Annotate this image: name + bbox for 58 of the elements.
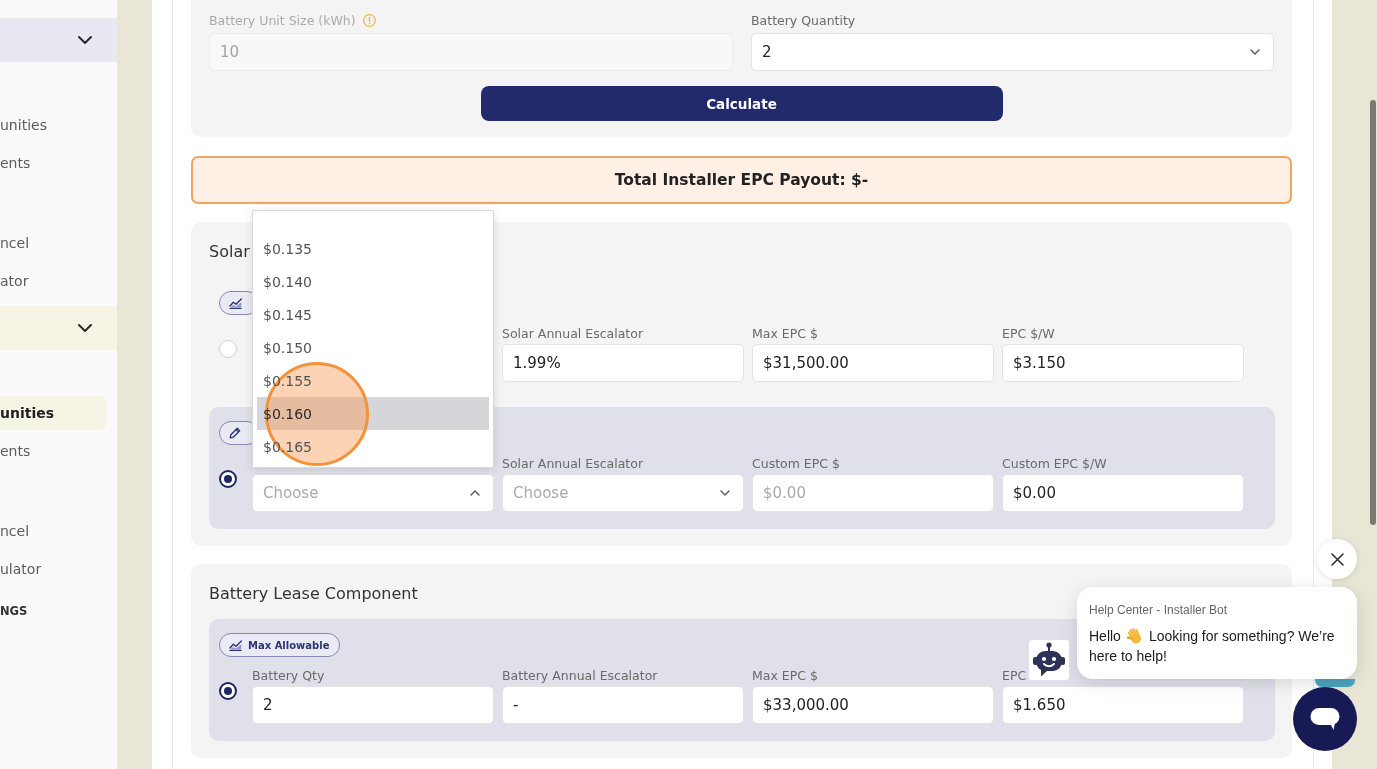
- input-field[interactable]: $1.650: [1002, 686, 1244, 724]
- input-field[interactable]: $0.00: [1002, 474, 1244, 512]
- field-label: Solar Annual Escalator: [502, 325, 643, 341]
- radio-button[interactable]: [219, 470, 237, 488]
- input-field[interactable]: -: [502, 686, 744, 724]
- field-label: Battery Quantity: [751, 12, 856, 28]
- calculate-button[interactable]: Calculate: [480, 86, 1003, 121]
- close-icon: [1330, 552, 1344, 566]
- side-tab[interactable]: [1315, 679, 1355, 687]
- scrollbar-thumb[interactable]: [1370, 100, 1376, 525]
- dropdown-option[interactable]: $0.160: [257, 397, 489, 430]
- sidebar-item[interactable]: ncel: [0, 226, 106, 260]
- chart-icon: [229, 639, 242, 651]
- sidebar-item[interactable]: ncel: [0, 514, 106, 548]
- input-field[interactable]: $3.150: [1002, 344, 1244, 382]
- dropdown-option[interactable]: $0.145: [257, 298, 489, 331]
- chat-greeting: Hello: [1089, 627, 1121, 646]
- field-label: Custom EPC $/W: [1002, 455, 1107, 471]
- field-label: Solar Annual Escalator: [502, 455, 643, 471]
- sidebar-item[interactable]: ents: [0, 146, 106, 180]
- dropdown-option[interactable]: $0.135: [257, 232, 489, 265]
- close-button[interactable]: [1317, 539, 1357, 579]
- section-title: Battery Lease Component: [209, 584, 418, 604]
- waving-hand-icon: [1125, 627, 1144, 645]
- field-label: Battery Qty: [252, 667, 325, 683]
- input-field[interactable]: $0.00: [752, 474, 994, 512]
- field-label: Max EPC $: [752, 667, 818, 683]
- input-field[interactable]: $33,000.00: [752, 686, 994, 724]
- radio-button[interactable]: [219, 682, 237, 700]
- sidebar-item[interactable]: ents: [0, 434, 106, 468]
- sidebar-item[interactable]: unities: [0, 396, 106, 430]
- chat-launcher-button[interactable]: [1293, 687, 1357, 751]
- select-field[interactable]: 2: [751, 33, 1274, 71]
- input-field[interactable]: 2: [252, 686, 494, 724]
- chat-message: Looking for something? We’re: [1148, 627, 1335, 646]
- section-title: Solar: [209, 242, 250, 262]
- field-label: Custom EPC $: [752, 455, 840, 471]
- sidebar-item[interactable]: ulator: [0, 552, 106, 586]
- chart-icon: [229, 297, 242, 309]
- payout-banner: Total Installer EPC Payout: $-: [191, 156, 1292, 204]
- robot-icon: [1029, 640, 1069, 680]
- sidebar-item[interactable]: unities: [0, 108, 106, 142]
- field-label: EPC $/W: [1002, 325, 1055, 341]
- pencil-icon: [229, 427, 241, 439]
- chat-message: here to help!: [1089, 648, 1167, 664]
- dropdown-option[interactable]: $0.150: [257, 331, 489, 364]
- chat-sender: Help Center - Installer Bot: [1089, 602, 1228, 618]
- sidebar-section-label: NGS: [0, 604, 28, 618]
- dropdown-option[interactable]: $0.140: [257, 265, 489, 298]
- field-label: EPC: [1002, 667, 1027, 683]
- sidebar-item[interactable]: ator: [0, 264, 106, 298]
- chat-bubble-icon: [1310, 707, 1340, 731]
- input-field[interactable]: $31,500.00: [752, 344, 994, 382]
- tag-label: Max Allowable: [248, 639, 330, 651]
- field-label: Max EPC $: [752, 325, 818, 341]
- input-field[interactable]: 1.99%: [502, 344, 744, 382]
- field-label: Battery Unit Size (kWh): [209, 12, 356, 28]
- field-label: Battery Annual Escalator: [502, 667, 658, 683]
